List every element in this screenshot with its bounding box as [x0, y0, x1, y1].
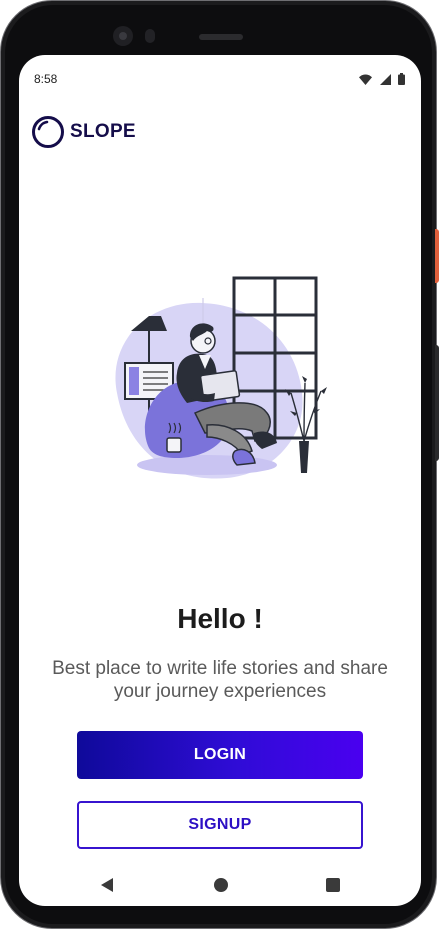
signup-button[interactable]: SIGNUP — [77, 801, 363, 849]
volume-button[interactable] — [435, 345, 439, 461]
welcome-subtitle: Best place to write life stories and sha… — [52, 658, 388, 702]
back-icon[interactable] — [97, 875, 117, 895]
battery-icon — [398, 72, 405, 90]
front-camera-icon — [113, 26, 133, 46]
recents-icon[interactable] — [323, 875, 343, 895]
welcome-heading: Hello ! — [177, 603, 263, 634]
status-icons — [356, 72, 405, 85]
status-time: 8:58 — [34, 72, 58, 86]
status-bar: 8:58 — [19, 55, 421, 99]
person-relaxing-with-laptop-illustration — [115, 276, 327, 479]
login-button[interactable]: LOGIN — [77, 731, 363, 779]
phone-frame: 8:58 SLOPE Hello ! Best place to write l… — [0, 0, 439, 929]
system-nav-bar — [19, 862, 421, 906]
brand-name: SLOPE — [70, 121, 136, 142]
earpiece-speaker — [199, 34, 243, 40]
power-button[interactable] — [435, 229, 439, 283]
signal-icon — [379, 72, 391, 90]
wifi-icon — [359, 72, 373, 90]
brand-header: SLOPE — [31, 115, 136, 149]
ring-logo-icon — [32, 116, 64, 148]
app-screen: 8:58 SLOPE Hello ! Best place to write l… — [19, 55, 421, 906]
sensor-icon — [145, 29, 155, 43]
home-icon[interactable] — [211, 875, 231, 895]
